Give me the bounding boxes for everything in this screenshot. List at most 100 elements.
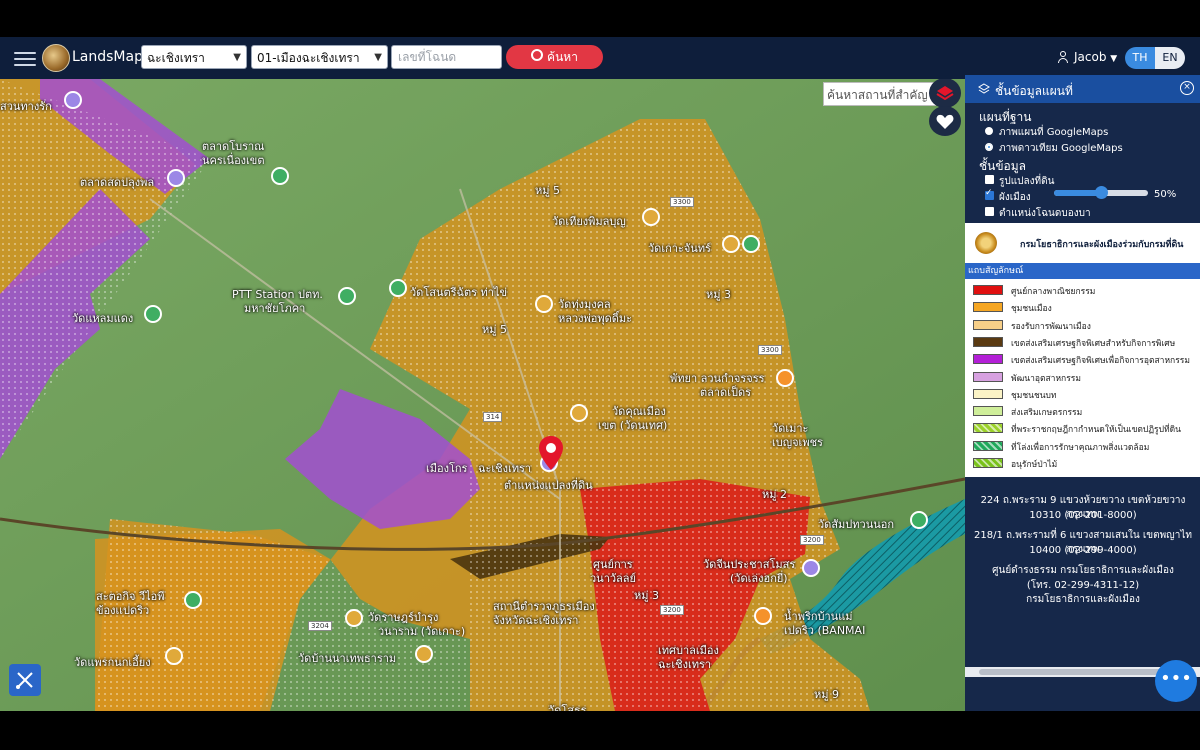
restaurant-poi-icon[interactable] (754, 607, 772, 625)
opacity-slider-handle[interactable] (1095, 186, 1108, 199)
place-label: นครเนื่องเขต (202, 154, 265, 167)
checkbox[interactable] (985, 175, 994, 184)
place-label: วัดบ้านนาเทพธาราม (298, 652, 397, 665)
opacity-slider[interactable] (1054, 186, 1148, 199)
place-label: เบญจเพชร (772, 436, 823, 449)
place-label: วนาวัลลย์ (590, 572, 636, 585)
checkbox[interactable] (985, 207, 994, 216)
letterbox-top (0, 0, 1200, 37)
place-label: วนาราม (วัดเกาะ) (378, 625, 466, 638)
road-number-sign: 3300 (758, 345, 782, 355)
shop-poi-icon[interactable] (271, 167, 289, 185)
user-icon (1058, 51, 1068, 63)
place-label: วัดโสธร (548, 704, 587, 711)
place-label: จังหวัดฉะเชิงเทรา (493, 614, 579, 627)
church-poi-icon[interactable] (389, 279, 407, 297)
ruler-pencil-icon (16, 672, 33, 689)
search-button[interactable]: ค้นหา (506, 45, 603, 69)
temple-poi-icon[interactable] (165, 647, 183, 665)
place-label: ข้องเเปดริว (96, 604, 150, 617)
legend-label: ศูนย์กลางพาณิชยกรรม (1011, 287, 1096, 297)
temple-poi-icon[interactable] (345, 609, 363, 627)
scrollbar-thumb[interactable] (979, 669, 1179, 675)
shop-poi-icon[interactable] (167, 169, 185, 187)
place-label: ฉะเชิงเทรา (658, 658, 712, 671)
place-label: หมู่ 5 (535, 184, 560, 197)
opacity-value: 50% (1154, 189, 1177, 200)
user-menu[interactable]: Jacob ▼ (1058, 49, 1117, 64)
address-line: ศูนย์ดำรงธรรม กรมโยธาธิการและผังเมือง (992, 565, 1174, 576)
legend-swatch (973, 354, 1003, 365)
favorite-button[interactable] (929, 106, 961, 136)
department-banner: กรมโยธาธิการและผังเมืองร่วมกับกรมที่ดิน (965, 223, 1200, 263)
temple-poi-icon[interactable] (570, 404, 588, 422)
layer-city-plan[interactable]: ผังเมือง (985, 188, 1031, 205)
fuel-poi-icon[interactable] (338, 287, 356, 305)
park-poi-icon[interactable] (742, 235, 760, 253)
letterbox-bottom (0, 711, 1200, 750)
layer-parcel[interactable]: รูปแปลงที่ดิน (985, 174, 1054, 189)
top-navbar: LandsMaps ฉะเชิงเทรา ▼ 01-เมืองฉะเชิงเทร… (0, 37, 1200, 79)
legend-label: ชุมชนชนบท (1011, 390, 1057, 401)
shop-poi-icon[interactable] (802, 559, 820, 577)
landsmaps-logo (42, 44, 70, 72)
place-poi-icon[interactable] (184, 591, 202, 609)
road-number-sign: 3200 (800, 535, 824, 545)
department-name: กรมโยธาธิการและผังเมืองร่วมกับกรมที่ดิน (1020, 240, 1184, 250)
temple-poi-icon[interactable] (415, 645, 433, 663)
map-pin-icon[interactable] (539, 436, 563, 470)
radio-button[interactable] (985, 127, 993, 135)
temple-poi-icon[interactable] (642, 208, 660, 226)
place-label: หมู่ 3 (634, 589, 659, 602)
hamburger-icon[interactable] (14, 48, 36, 68)
temple-poi-icon[interactable] (722, 235, 740, 253)
place-label: ตลาดเป็ดร (700, 386, 751, 399)
road-number-sign: 3300 (670, 197, 694, 207)
legend-label: ส่งเสริมเกษตรกรรม (1011, 408, 1083, 419)
province-value: ฉะเชิงเทรา (147, 51, 205, 65)
legend-label: รองรับการพัฒนาเมือง (1011, 321, 1091, 332)
chevron-down-icon: ▼ (1110, 54, 1118, 64)
user-name: Jacob (1074, 50, 1107, 64)
lang-th-button[interactable]: TH (1125, 47, 1155, 69)
legend-heading: แถบสัญลักษณ์ (965, 263, 1200, 279)
legend-swatch (973, 371, 1003, 382)
layers-button[interactable] (929, 79, 961, 108)
legend-swatch (973, 406, 1003, 417)
shop-poi-icon[interactable] (776, 369, 794, 387)
close-icon[interactable]: × (1180, 81, 1194, 95)
place-search-input[interactable]: ค้นหาสถานที่สำคัญ (823, 82, 936, 106)
legend-swatch (973, 440, 1003, 451)
radio-button[interactable] (985, 143, 993, 151)
deed-number-input[interactable] (391, 45, 502, 69)
district-select[interactable]: 01-เมืองฉะเชิงเทรา ▼ (251, 45, 388, 69)
address-line: 10310 (02-201-8000) (1029, 510, 1137, 521)
place-label: หมู่ 2 (762, 488, 787, 501)
chevron-down-icon: ▼ (233, 52, 241, 63)
place-label: วัดสัมปทวนนอก (818, 518, 895, 531)
map-canvas[interactable]: สวนทางรัก ตลาดโบราณ นครเนื่องเขต ตลาดสดป… (0, 79, 965, 711)
district-value: 01-เมืองฉะเชิงเทรา (257, 51, 360, 65)
place-label: เปดริว (BANMAI (784, 624, 866, 637)
search-icon (531, 49, 544, 61)
layer-label: ผังเมือง (999, 192, 1031, 203)
place-label: วัดเทียงพิมลบุญ (552, 215, 626, 228)
temple-poi-icon[interactable] (910, 511, 928, 529)
lang-en-button[interactable]: EN (1155, 47, 1185, 69)
shop-poi-icon[interactable] (64, 91, 82, 109)
province-select[interactable]: ฉะเชิงเทรา ▼ (141, 45, 247, 69)
more-options-button[interactable]: ••• (1155, 660, 1197, 702)
basemap-option-map[interactable]: ภาพแผนที่ GoogleMaps (985, 125, 1108, 140)
measure-tools-button[interactable] (9, 664, 41, 696)
temple-poi-icon[interactable] (535, 295, 553, 313)
place-label: วัดแหลมแดง (72, 312, 134, 325)
chevron-down-icon: ▼ (374, 52, 382, 63)
temple-poi-icon[interactable] (144, 305, 162, 323)
place-label: เขต (วัดนเทศ) (598, 419, 668, 432)
place-label: วัดโสนตรีฉัตร ท่าไข่ (410, 286, 508, 299)
checkbox[interactable] (985, 188, 994, 200)
place-label: หมู่ 5 (482, 323, 507, 336)
layer-deed-location[interactable]: ตำแหน่งโฉนดบองบา (985, 206, 1091, 221)
heart-icon (936, 114, 954, 129)
basemap-option-satellite[interactable]: ภาพดาวเทียม GoogleMaps (985, 141, 1123, 156)
